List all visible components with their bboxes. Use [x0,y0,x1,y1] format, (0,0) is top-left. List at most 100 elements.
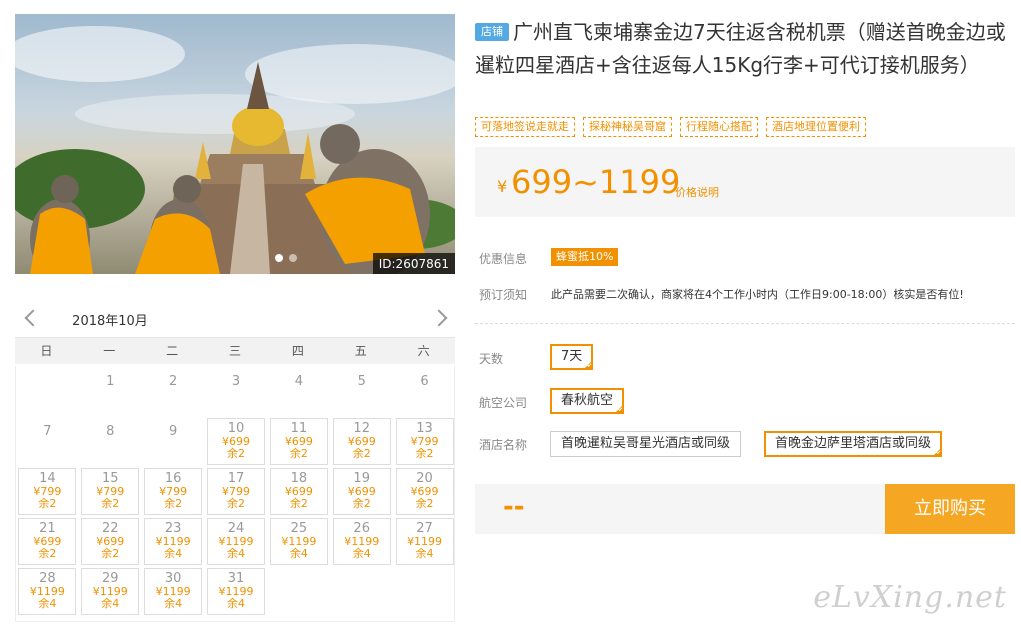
calendar-day-available[interactable]: 11 ¥699 余2 [269,418,328,465]
day-number: 28 [39,571,56,586]
airline-label: 航空公司 [479,396,528,410]
calendar-day-available[interactable]: 28 ¥1199 余4 [18,568,77,615]
carousel-dot[interactable] [289,254,297,262]
day-stock: 余2 [38,497,57,510]
day-number: 1 [106,374,115,389]
day-stock: 余4 [164,547,183,560]
calendar-day-available[interactable]: 26 ¥1199 余4 [332,518,391,565]
total-price: -- [503,492,525,522]
day-number: 3 [231,374,241,389]
calendar-day-available[interactable]: 13 ¥799 余2 [395,418,454,465]
day-number: 14 [39,471,56,486]
calendar-day: 4 [270,368,328,415]
day-stock: 余4 [415,547,434,560]
day-number: 24 [227,521,245,536]
prev-month-arrow-icon[interactable] [23,308,37,326]
calendar-day-available[interactable]: 20 ¥699 余2 [395,468,454,515]
calendar-day-available[interactable]: 16 ¥799 余2 [144,468,203,515]
calendar-grid: 1 2 3 4 5 6 7 8 9 10 ¥699 余2 11 ¥699 余2 12 ¥699 余2 13 ¥799 余… [15,366,455,622]
product-title: 广州直飞柬埔寨金边7天往返含税机票（赠送首晚金边或暹粒四星酒店+含往返每人15K… [475,20,1006,77]
section-divider [475,323,1015,324]
hotel-option-selected[interactable]: 首晚金边萨里塔酒店或同级 [764,431,943,457]
day-stock: 余2 [38,547,57,560]
day-number: 23 [164,521,182,536]
calendar-day: 3 [207,368,265,415]
carousel-dots [275,254,297,262]
day-number: 10 [227,421,245,436]
weekday-label: 日 [40,344,53,358]
product-photo[interactable]: ID:2607861 [15,14,455,274]
discount-badge: 蜂蜜抵10% [551,248,619,266]
calendar-day-available[interactable]: 23 ¥1199 余4 [144,518,203,565]
day-number: 12 [353,421,370,436]
calendar-day-available[interactable]: 15 ¥799 余2 [81,468,140,515]
day-number: 26 [353,521,370,536]
day-stock: 余2 [164,497,183,510]
notice-text: 此产品需要二次确认，商家将在4个工作小时内（工作日9:00-18:00）核实是否… [551,288,964,301]
calendar-day-available[interactable]: 12 ¥699 余2 [332,418,391,465]
calendar-day-available[interactable]: 22 ¥699 余2 [81,518,140,565]
calendar-day-available[interactable]: 31 ¥1199 余4 [207,568,265,615]
calendar-header: 2018年10月 [15,298,455,340]
price-explanation-link[interactable]: 价格说明 [675,184,719,200]
days-label: 天数 [479,352,504,366]
day-stock: 余4 [289,547,308,560]
carousel-dot-active[interactable] [275,254,283,262]
day-stock: 余4 [101,597,120,610]
day-stock: 余2 [352,497,371,510]
calendar-day-available[interactable]: 10 ¥699 余2 [207,418,265,465]
day-number: 29 [102,571,119,586]
day-stock: 余2 [101,497,120,510]
product-id-label: ID:2607861 [372,253,455,274]
calendar-day-available[interactable]: 14 ¥799 余2 [18,468,77,515]
day-number: 18 [290,471,308,486]
day-number: 9 [169,424,178,439]
day-number: 17 [227,471,245,486]
calendar-day: 6 [396,368,454,415]
buy-now-button[interactable]: 立即购买 [885,484,1015,534]
days-option-selected[interactable]: 7天 [550,344,594,370]
hotel-option[interactable]: 首晚暹粒吴哥星光酒店或同级 [550,431,742,457]
calendar-month-tab[interactable]: 2018年10月 [65,310,155,340]
day-stock: 余4 [227,547,245,560]
day-number: 6 [420,374,429,389]
notice-label: 预订须知 [479,288,528,302]
airline-option-selected[interactable]: 春秋航空 [550,388,625,414]
day-number: 15 [102,471,119,486]
calendar-day-available[interactable]: 17 ¥799 余2 [207,468,265,515]
calendar-weekday-row: 日 一 二 三 四 五 六 [15,338,455,364]
day-number: 13 [416,421,433,436]
calendar-day-available[interactable]: 19 ¥699 余2 [332,468,391,515]
weekday-label: 二 [166,344,179,358]
day-stock: 余4 [164,597,183,610]
weekday-label: 一 [103,344,116,358]
discount-row: 优惠信息 蜂蜜抵10% [479,248,619,267]
calendar-day-available[interactable]: 27 ¥1199 余4 [395,518,454,565]
calendar-day-available[interactable]: 29 ¥1199 余4 [81,568,140,615]
calendar-day-available[interactable]: 21 ¥699 余2 [18,518,77,565]
day-stock: 余2 [227,447,245,460]
discount-label: 优惠信息 [479,252,528,266]
calendar-day-available[interactable]: 30 ¥1199 余4 [144,568,203,615]
product-title-block: 店铺 广州直飞柬埔寨金边7天往返含税机票（赠送首晚金边或暹粒四星酒店+含往返每人1… [475,16,1015,82]
day-number: 21 [39,521,56,536]
day-stock: 余2 [289,497,308,510]
shop-badge[interactable]: 店铺 [475,23,509,41]
day-stock: 余4 [227,597,245,610]
price-range: 699~1199 [511,163,681,201]
day-stock: 余2 [352,447,371,460]
feature-tag: 探秘神秘吴哥窟 [583,117,672,137]
day-stock: 余2 [415,497,434,510]
weekday-label: 三 [228,344,241,358]
day-number: 4 [294,374,303,389]
hotel-label: 酒店名称 [479,438,528,452]
calendar-day-available[interactable]: 25 ¥1199 余4 [269,518,328,565]
notice-row: 预订须知 此产品需要二次确认，商家将在4个工作小时内（工作日9:00-18:00… [479,286,964,303]
calendar-day: 7 [18,418,76,465]
calendar-day: 5 [333,368,391,415]
calendar-day-available[interactable]: 24 ¥1199 余4 [207,518,265,565]
calendar-day-available[interactable]: 18 ¥699 余2 [269,468,328,515]
next-month-arrow-icon[interactable] [433,308,447,326]
feature-tag: 可落地签说走就走 [475,117,575,137]
feature-tags: 可落地签说走就走 探秘神秘吴哥窟 行程随心搭配 酒店地理位置便利 [475,117,866,137]
